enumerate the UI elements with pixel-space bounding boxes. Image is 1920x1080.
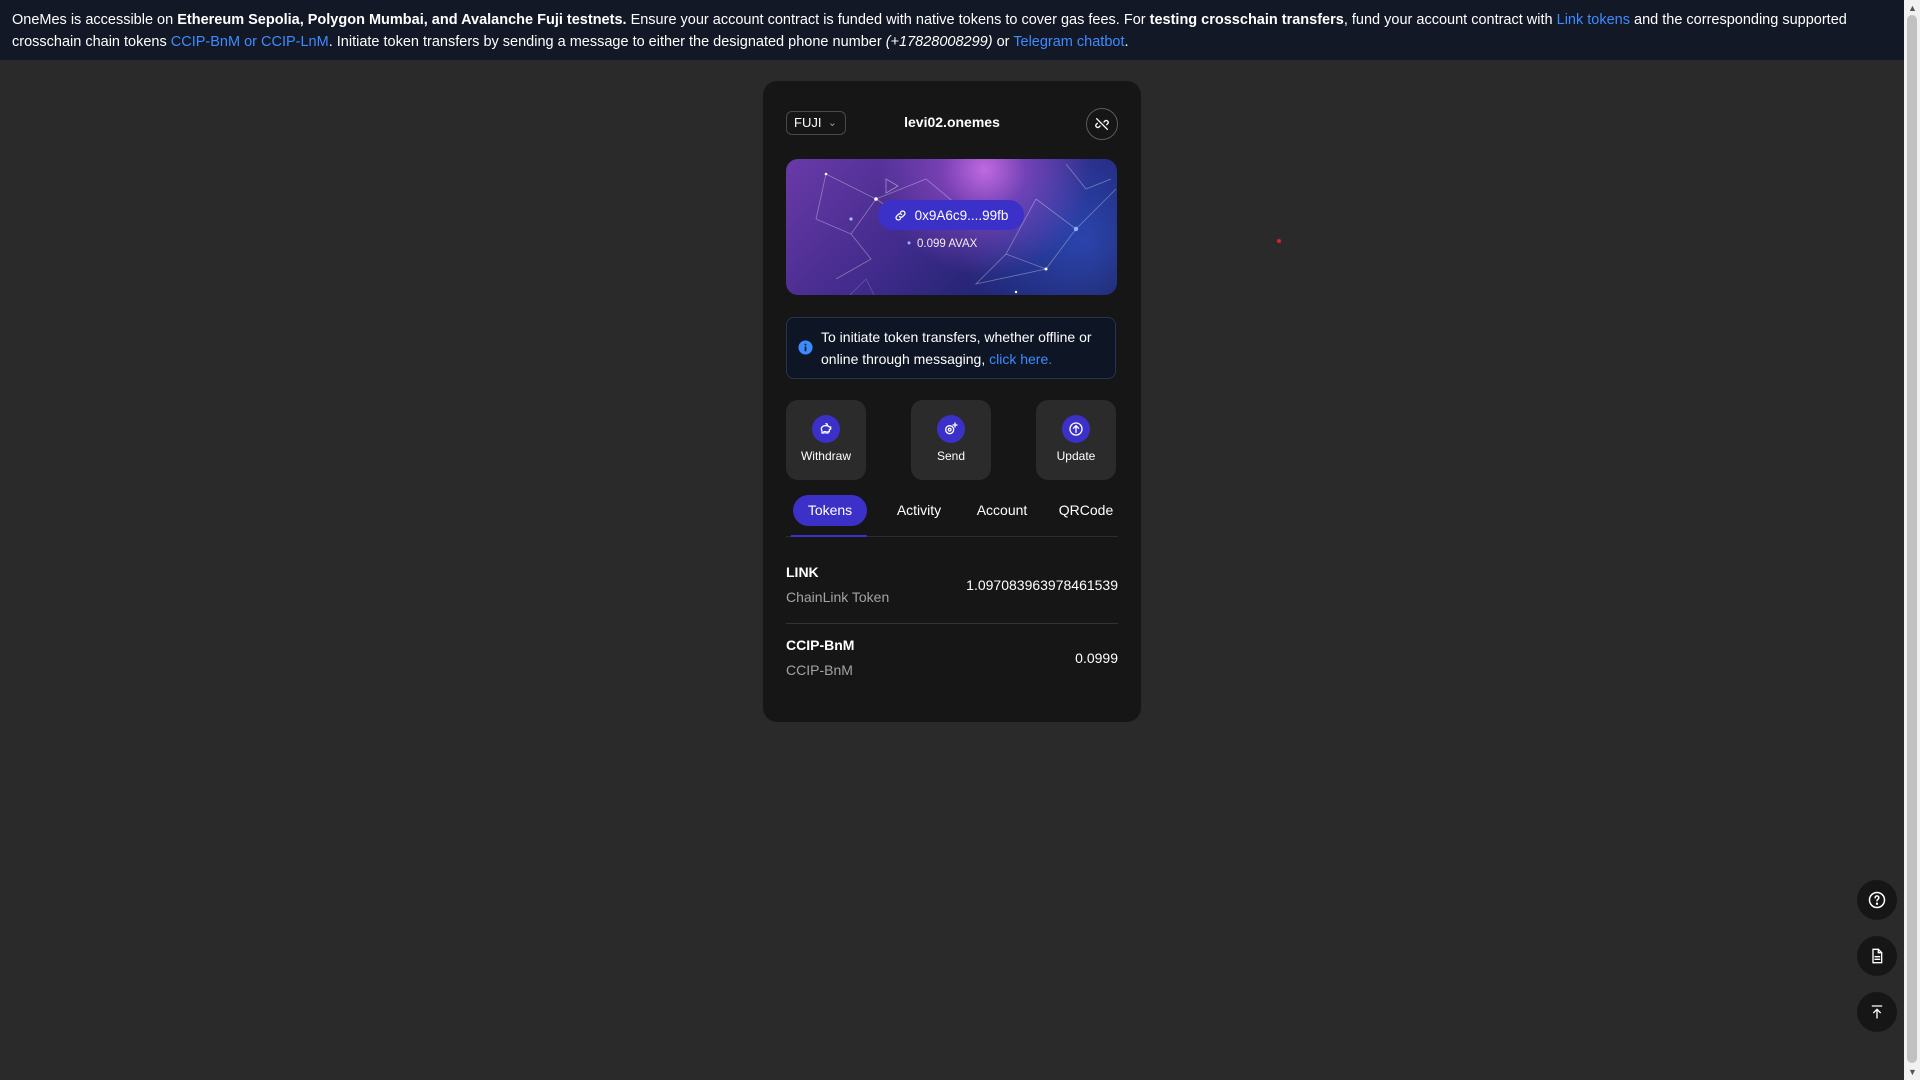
wallet-header: FUJI ⌄ levi02.onemes [786, 108, 1118, 140]
help-icon [1868, 891, 1886, 909]
scroll-up-arrow-icon[interactable]: ▲ [1908, 3, 1917, 13]
token-name: CCIP-BnM [786, 662, 853, 678]
banner-text: , fund your account contract with [1343, 12, 1557, 28]
vertical-scrollbar[interactable]: ▲ ▼ [1904, 0, 1920, 1080]
help-button[interactable] [1857, 880, 1897, 920]
info-banner: OneMes is accessible on Ethereum Sepolia… [0, 0, 1904, 60]
token-symbol: LINK [786, 564, 819, 580]
tab-qrcode[interactable]: QRCode [1054, 495, 1118, 526]
info-icon [798, 340, 813, 355]
banner-text: Ensure your account contract is funded w… [626, 12, 1150, 28]
scroll-down-arrow-icon[interactable]: ▼ [1908, 1067, 1917, 1077]
link-tokens-link[interactable]: Link tokens [1557, 12, 1630, 28]
wallet-card: FUJI ⌄ levi02.onemes 0x9A6c9....99fb • 0… [763, 81, 1141, 722]
account-name: levi02.onemes [904, 114, 1000, 130]
tab-account[interactable]: Account [968, 495, 1036, 526]
info-notice: To initiate token transfers, whether off… [786, 317, 1116, 379]
token-row[interactable]: LINK ChainLink Token 1.09708396397846153… [786, 551, 1118, 624]
token-amount: 0.0999 [1075, 650, 1118, 666]
tab-tokens[interactable]: Tokens [793, 495, 867, 526]
docs-button[interactable] [1857, 936, 1897, 976]
tab-activity[interactable]: Activity [889, 495, 949, 526]
scrollbar-thumb[interactable] [1907, 15, 1917, 1063]
banner-text: . Initiate token transfers by sending a … [328, 34, 886, 50]
action-buttons: Withdraw Send Update [786, 400, 1118, 480]
update-label: Update [1056, 449, 1096, 463]
wallet-tabs: Tokens Activity Account QRCode [786, 492, 1118, 537]
send-coin-icon [937, 415, 965, 443]
click-here-link[interactable]: click here. [989, 351, 1052, 367]
banner-networks: Ethereum Sepolia, Polygon Mumbai, and Av… [177, 12, 627, 28]
ccip-tokens-link[interactable]: CCIP-BnM or CCIP-LnM [171, 34, 329, 50]
scroll-top-button[interactable] [1857, 992, 1897, 1032]
document-icon [1872, 948, 1883, 964]
token-amount: 1.097083963978461539 [966, 577, 1118, 593]
upload-icon [1062, 415, 1090, 443]
banner-text: OneMes is accessible on [12, 12, 178, 28]
account-banner: 0x9A6c9....99fb • 0.099 AVAX [786, 159, 1117, 295]
balance-dot-icon: • [907, 238, 912, 250]
wallet-address: 0x9A6c9....99fb [914, 207, 1009, 223]
banner-text: . [1124, 34, 1129, 50]
token-name: ChainLink Token [786, 589, 890, 605]
address-copy-button[interactable]: 0x9A6c9....99fb [878, 200, 1024, 230]
native-balance: • 0.099 AVAX [907, 238, 977, 250]
link-icon [895, 209, 906, 221]
info-text: To initiate token transfers, whether off… [821, 326, 1111, 370]
token-row[interactable]: CCIP-BnM CCIP-BnM 0.0999 [786, 624, 1118, 697]
withdraw-button[interactable]: Withdraw [786, 400, 866, 480]
send-label: Send [936, 449, 966, 463]
update-button[interactable]: Update [1036, 400, 1116, 480]
banner-crosschain: testing crosschain transfers [1149, 12, 1344, 28]
active-tab-indicator [791, 535, 867, 537]
banner-phone: (+17828008299) [885, 34, 993, 50]
balance-value: 0.099 AVAX [917, 238, 978, 250]
withdraw-label: Withdraw [800, 449, 851, 463]
disconnect-button[interactable] [1086, 108, 1118, 140]
piggy-bank-icon [812, 415, 840, 443]
cursor-dot [1277, 239, 1281, 243]
banner-text: or [992, 34, 1014, 50]
scroll-top-icon [1871, 1005, 1883, 1019]
send-button[interactable]: Send [911, 400, 991, 480]
unlink-icon [1095, 118, 1109, 130]
telegram-chatbot-link[interactable]: Telegram chatbot [1013, 34, 1124, 50]
token-symbol: CCIP-BnM [786, 637, 855, 653]
